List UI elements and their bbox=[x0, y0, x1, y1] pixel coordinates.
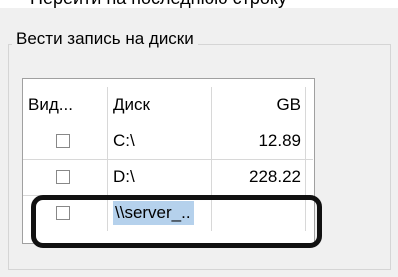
disk-size-cell: 228.22 bbox=[249, 167, 301, 186]
column-divider[interactable] bbox=[211, 87, 212, 123]
disk-name-cell: D:\ bbox=[113, 167, 135, 186]
disk-name-cell: C:\ bbox=[113, 131, 135, 150]
column-header-disk[interactable]: Диск bbox=[113, 87, 213, 123]
annotation-highlight-frame bbox=[31, 195, 322, 248]
column-header-visible[interactable]: Вид... bbox=[28, 87, 108, 123]
cell-divider bbox=[305, 123, 306, 159]
cell-divider bbox=[107, 159, 108, 195]
settings-panel: Вести запись на диски Вид... Диск GB C:\… bbox=[0, 8, 398, 277]
disk-size-cell: 12.89 bbox=[258, 131, 301, 150]
table-row[interactable]: D:\ 228.22 bbox=[23, 159, 313, 195]
row-checkbox[interactable] bbox=[56, 170, 70, 184]
row-checkbox[interactable] bbox=[56, 134, 70, 148]
cell-divider bbox=[211, 123, 212, 159]
table-row[interactable]: C:\ 12.89 bbox=[23, 123, 313, 159]
table-header-row: Вид... Диск GB bbox=[23, 87, 313, 123]
column-header-gb[interactable]: GB bbox=[218, 87, 301, 123]
cell-divider bbox=[211, 159, 212, 195]
column-divider[interactable] bbox=[305, 87, 306, 123]
groupbox-title: Вести запись на диски bbox=[12, 29, 198, 49]
cell-divider bbox=[107, 123, 108, 159]
cut-off-instruction-text: Перейти на последнюю строку bbox=[30, 0, 390, 8]
column-divider[interactable] bbox=[107, 87, 108, 123]
cell-divider bbox=[305, 159, 306, 195]
